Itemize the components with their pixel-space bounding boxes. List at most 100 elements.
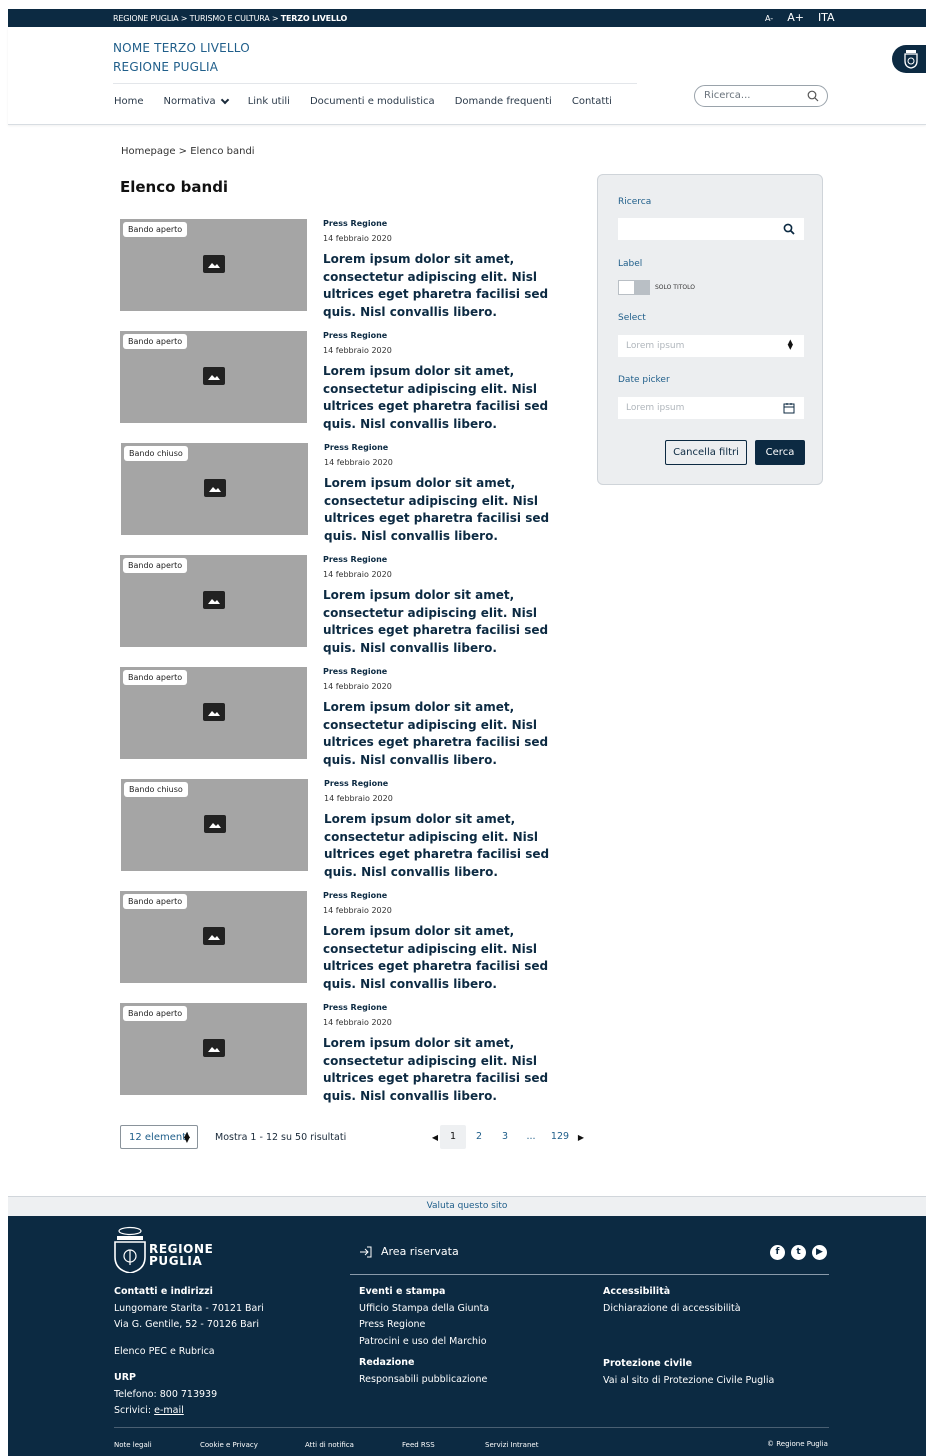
page-2[interactable]: 2 bbox=[466, 1125, 492, 1149]
header-search-input[interactable]: Ricerca... bbox=[694, 85, 828, 107]
list-item[interactable]: Bando aperto Press Regione 14 febbraio 2… bbox=[120, 331, 580, 431]
card-title[interactable]: Lorem ipsum dolor sit amet, consectetur … bbox=[323, 699, 583, 769]
toggle-text: SOLO TITOLO bbox=[655, 284, 695, 291]
legal-link-cookie[interactable]: Cookie e Privacy bbox=[200, 1441, 305, 1449]
events-link-patrocini[interactable]: Patrocini e uso del Marchio bbox=[359, 1334, 489, 1351]
card-source[interactable]: Press Regione bbox=[323, 555, 387, 564]
social-links: f t ▶ bbox=[770, 1245, 827, 1260]
breadcrumb[interactable]: Homepage > Elenco bandi bbox=[121, 146, 255, 157]
search-icon[interactable] bbox=[783, 223, 795, 235]
font-decrease-button[interactable]: A- bbox=[765, 14, 773, 23]
card-source[interactable]: Press Regione bbox=[323, 219, 387, 228]
next-page-icon[interactable]: ▶ bbox=[576, 1133, 586, 1142]
list-item[interactable]: Bando chiuso Press Regione 14 febbraio 2… bbox=[121, 779, 581, 879]
nav-item-link-utili[interactable]: Link utili bbox=[248, 96, 290, 107]
nav-item-normativa[interactable]: Normativa bbox=[163, 95, 229, 107]
legal-link-atti[interactable]: Atti di notifica bbox=[305, 1441, 402, 1449]
page-last[interactable]: 129 bbox=[544, 1125, 576, 1149]
toggle-knob bbox=[634, 281, 649, 294]
nav-item-documenti[interactable]: Documenti e modulistica bbox=[310, 96, 435, 107]
facebook-icon[interactable]: f bbox=[770, 1245, 785, 1260]
prev-page-icon[interactable]: ◀ bbox=[430, 1133, 440, 1142]
status-badge: Bando aperto bbox=[123, 1006, 188, 1021]
rate-site-link[interactable]: Valuta questo sito bbox=[8, 1196, 926, 1216]
card-title[interactable]: Lorem ipsum dolor sit amet, consectetur … bbox=[324, 475, 584, 545]
card-title[interactable]: Lorem ipsum dolor sit amet, consectetur … bbox=[323, 923, 583, 993]
card-source[interactable]: Press Regione bbox=[323, 891, 387, 900]
contacts-heading: Contatti e indirizzi bbox=[114, 1286, 213, 1297]
card-title[interactable]: Lorem ipsum dolor sit amet, consectetur … bbox=[323, 251, 583, 321]
search-button[interactable]: Cerca bbox=[755, 440, 805, 465]
page-1[interactable]: 1 bbox=[440, 1125, 466, 1149]
card-thumbnail[interactable]: Bando chiuso bbox=[121, 443, 308, 535]
card-thumbnail[interactable]: Bando aperto bbox=[120, 555, 307, 647]
calendar-icon[interactable] bbox=[783, 402, 795, 414]
image-placeholder-icon bbox=[203, 703, 225, 721]
card-thumbnail[interactable]: Bando aperto bbox=[120, 331, 307, 423]
nav-item-home[interactable]: Home bbox=[114, 96, 144, 107]
card-source[interactable]: Press Regione bbox=[323, 1003, 387, 1012]
language-selector[interactable]: ITA bbox=[818, 11, 835, 24]
select-arrows-icon: ▲ ▼ bbox=[183, 1130, 190, 1144]
title-only-toggle[interactable] bbox=[618, 280, 650, 295]
date-label: Date picker bbox=[618, 375, 670, 385]
copyright: © Regione Puglia bbox=[767, 1440, 828, 1448]
site-name[interactable]: NOME TERZO LIVELLO REGIONE PUGLIA bbox=[113, 39, 250, 77]
card-title[interactable]: Lorem ipsum dolor sit amet, consectetur … bbox=[323, 587, 583, 657]
status-badge: Bando aperto bbox=[123, 670, 188, 685]
list-item[interactable]: Bando chiuso Press Regione 14 febbraio 2… bbox=[121, 443, 581, 543]
address-line2: Via G. Gentile, 52 - 70126 Bari bbox=[114, 1319, 259, 1330]
page-3[interactable]: 3 bbox=[492, 1125, 518, 1149]
events-link-press[interactable]: Press Regione bbox=[359, 1317, 489, 1334]
date-picker-input[interactable]: Lorem ipsum bbox=[618, 397, 804, 419]
card-source[interactable]: Press Regione bbox=[324, 779, 388, 788]
card-thumbnail[interactable]: Bando aperto bbox=[120, 1003, 307, 1095]
items-per-page-select[interactable]: 12 elementi ▲ ▼ bbox=[120, 1125, 198, 1149]
card-thumbnail[interactable]: Bando aperto bbox=[120, 891, 307, 983]
image-placeholder-icon bbox=[203, 255, 225, 273]
status-badge: Bando chiuso bbox=[124, 446, 188, 461]
list-item[interactable]: Bando aperto Press Regione 14 febbraio 2… bbox=[120, 555, 580, 655]
pec-link[interactable]: Elenco PEC e Rubrica bbox=[114, 1344, 264, 1361]
civil-protection-link[interactable]: Vai al sito di Protezione Civile Puglia bbox=[603, 1373, 774, 1390]
youtube-icon[interactable]: ▶ bbox=[812, 1245, 827, 1260]
main-nav: Home Normativa Link utili Documenti e mo… bbox=[114, 95, 612, 107]
font-increase-button[interactable]: A+ bbox=[787, 11, 804, 24]
card-title[interactable]: Lorem ipsum dolor sit amet, consectetur … bbox=[323, 1035, 583, 1105]
events-heading: Eventi e stampa bbox=[359, 1286, 446, 1297]
email-link[interactable]: e-mail bbox=[154, 1405, 184, 1416]
list-item[interactable]: Bando aperto Press Regione 14 febbraio 2… bbox=[120, 1003, 580, 1103]
card-thumbnail[interactable]: Bando aperto bbox=[120, 219, 307, 311]
card-thumbnail[interactable]: Bando chiuso bbox=[121, 779, 308, 871]
region-logo-icon[interactable] bbox=[114, 1225, 146, 1273]
card-title[interactable]: Lorem ipsum dolor sit amet, consectetur … bbox=[324, 811, 584, 881]
clear-filters-button[interactable]: Cancella filtri bbox=[665, 440, 747, 465]
card-source[interactable]: Press Regione bbox=[324, 443, 388, 452]
reserved-area-link[interactable]: Area riservata bbox=[359, 1245, 459, 1258]
card-thumbnail[interactable]: Bando aperto bbox=[120, 667, 307, 759]
search-icon[interactable] bbox=[807, 90, 819, 102]
top-breadcrumb-path[interactable]: REGIONE PUGLIA > TURISMO E CULTURA > bbox=[113, 14, 279, 23]
events-link-ufficio-stampa[interactable]: Ufficio Stampa della Giunta bbox=[359, 1301, 489, 1318]
redazione-link[interactable]: Responsabili pubblicazione bbox=[359, 1372, 489, 1389]
page-ellipsis: ... bbox=[526, 1131, 536, 1142]
nav-item-normativa-label: Normativa bbox=[163, 96, 216, 107]
card-source[interactable]: Press Regione bbox=[323, 667, 387, 676]
card-title[interactable]: Lorem ipsum dolor sit amet, consectetur … bbox=[323, 363, 583, 433]
filter-select[interactable]: Lorem ipsum ▲ ▼ bbox=[618, 335, 804, 357]
footer-divider bbox=[350, 1274, 829, 1275]
legal-link-note[interactable]: Note legali bbox=[114, 1441, 200, 1449]
card-source[interactable]: Press Regione bbox=[323, 331, 387, 340]
legal-link-rss[interactable]: Feed RSS bbox=[402, 1441, 485, 1449]
legal-link-intranet[interactable]: Servizi Intranet bbox=[485, 1441, 538, 1449]
list-item[interactable]: Bando aperto Press Regione 14 febbraio 2… bbox=[120, 891, 580, 991]
list-item[interactable]: Bando aperto Press Regione 14 febbraio 2… bbox=[120, 667, 580, 767]
accessibility-link[interactable]: Dichiarazione di accessibilità bbox=[603, 1301, 741, 1318]
twitter-icon[interactable]: t bbox=[791, 1245, 806, 1260]
image-placeholder-icon bbox=[203, 367, 225, 385]
list-item[interactable]: Bando aperto Press Regione 14 febbraio 2… bbox=[120, 219, 580, 319]
filter-search-input[interactable] bbox=[618, 218, 804, 240]
nav-item-contatti[interactable]: Contatti bbox=[572, 96, 612, 107]
region-emblem-tab[interactable] bbox=[892, 45, 926, 73]
nav-item-faq[interactable]: Domande frequenti bbox=[455, 96, 552, 107]
